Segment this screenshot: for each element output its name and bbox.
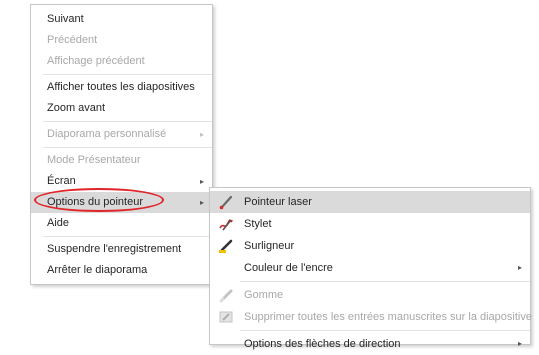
menu-separator [240, 281, 530, 282]
menu-separator [43, 74, 212, 75]
menu-item-next[interactable]: Suivant [31, 9, 212, 30]
menu-item-pen[interactable]: Stylet [210, 213, 530, 235]
menu-item-label: Couleur de l'encre [244, 262, 333, 274]
menu-item-pause-recording[interactable]: Suspendre l'enregistrement [31, 239, 212, 260]
menu-item-presenter-view: Mode Présentateur [47, 154, 141, 166]
submenu-arrow-icon: ▸ [199, 130, 204, 139]
menu-item-laser-pointer[interactable]: Pointeur laser [210, 191, 530, 213]
menu-item-label: Stylet [244, 218, 272, 230]
submenu-arrow-icon: ▸ [199, 177, 204, 186]
menu-item-label: Surligneur [244, 240, 295, 252]
highlighter-icon [218, 238, 234, 254]
menu-item-label: Options des flèches de direction [244, 338, 401, 350]
submenu-arrow-icon: ▸ [199, 198, 204, 207]
menu-item-screen[interactable]: Écran ▸ [31, 171, 212, 192]
menu-item-label: Pointeur laser [244, 196, 312, 208]
menu-item-help[interactable]: Aide [31, 213, 212, 234]
menu-item-eraser: Gomme [210, 284, 530, 306]
menu-item-label: Diaporama personnalisé [47, 128, 167, 140]
erase-all-icon [218, 309, 234, 325]
menu-item-zoom-in[interactable]: Zoom avant [31, 98, 212, 119]
menu-separator [43, 147, 212, 148]
menu-item-last-viewed: Affichage précédent [47, 55, 145, 67]
menu-item-ink-color[interactable]: Couleur de l'encre ▸ [210, 257, 530, 279]
menu-item-erase-all-ink: Supprimer toutes les entrées manuscrites… [210, 306, 532, 328]
pointer-options-submenu: Pointeur laser Stylet Surligneur Couleur… [209, 187, 532, 350]
slideshow-context-menu: Suivant Précédent Affichage précédent Af… [30, 4, 213, 285]
submenu-arrow-icon: ▸ [517, 263, 522, 272]
menu-item-highlighter[interactable]: Surligneur [210, 235, 530, 257]
menu-separator [240, 330, 530, 331]
menu-item-end-show[interactable]: Arrêter le diaporama [31, 260, 212, 281]
menu-item-label: Supprimer toutes les entrées manuscrites… [244, 311, 532, 323]
menu-item-label: Écran [47, 175, 76, 187]
submenu-arrow-icon: ▸ [517, 339, 522, 348]
menu-item-arrow-options[interactable]: Options des flèches de direction ▸ [210, 333, 530, 355]
eraser-icon [218, 287, 234, 303]
menu-item-label: Options du pointeur [47, 196, 144, 208]
menu-separator [43, 236, 212, 237]
menu-item-custom-show: Diaporama personnalisé ▸ [31, 124, 212, 145]
menu-item-see-all-slides[interactable]: Afficher toutes les diapositives [31, 77, 212, 98]
pen-icon [218, 216, 234, 232]
menu-item-previous: Précédent [47, 34, 98, 46]
menu-item-pointer-options[interactable]: Options du pointeur ▸ [31, 188, 212, 213]
menu-separator [43, 121, 212, 122]
menu-item-label: Gomme [244, 289, 284, 301]
laser-pointer-icon [218, 194, 234, 210]
